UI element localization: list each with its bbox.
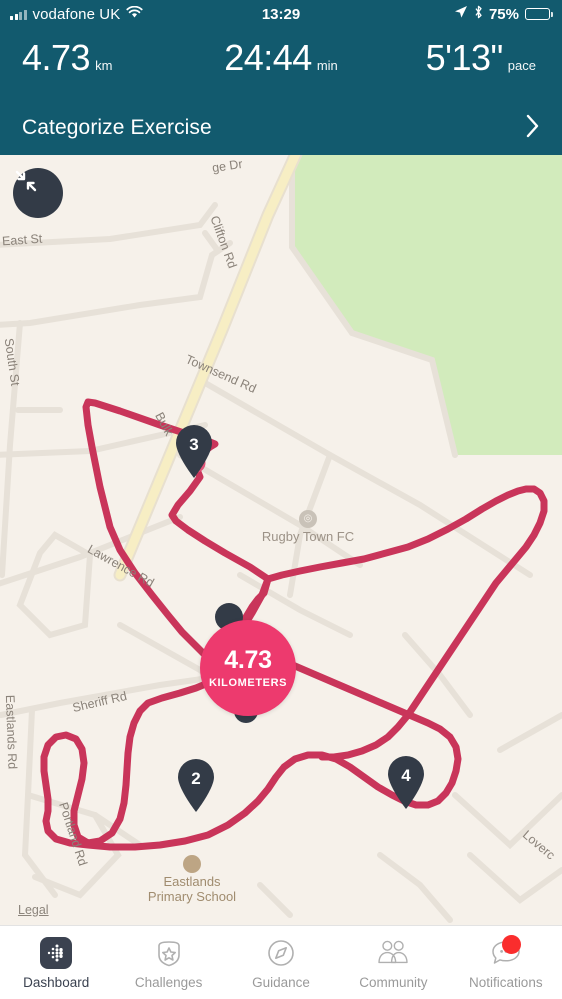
categorize-exercise-button[interactable]: Categorize Exercise <box>0 100 562 155</box>
categorize-exercise-label: Categorize Exercise <box>22 115 212 139</box>
bottom-tab-bar: Dashboard Challenges Guidance Community … <box>0 925 562 999</box>
stadium-icon: ◎ <box>299 510 317 528</box>
km-marker-4-label: 4 <box>401 766 411 785</box>
legal-link[interactable]: Legal <box>18 903 49 917</box>
distance-bubble[interactable]: 4.73 KILOMETERS <box>200 620 296 716</box>
poi-eastlands-primary-school[interactable]: Eastlands Primary School <box>92 855 292 905</box>
collapse-map-button[interactable] <box>13 168 63 218</box>
tab-notifications[interactable]: Notifications <box>450 926 562 999</box>
tab-dashboard-label: Dashboard <box>23 974 90 990</box>
chat-bubble-icon <box>489 934 523 970</box>
people-icon <box>376 936 410 970</box>
road-label-eastlands-rd: Eastlands Rd <box>2 694 20 770</box>
chevron-right-icon <box>526 114 540 142</box>
km-marker-2-label: 2 <box>191 769 201 788</box>
tab-guidance[interactable]: Guidance <box>225 926 337 999</box>
notifications-badge <box>501 934 521 954</box>
tab-community[interactable]: Community <box>337 926 449 999</box>
tab-challenges[interactable]: Challenges <box>112 926 224 999</box>
location-arrow-icon <box>454 5 468 23</box>
stat-pace: 5'13" pace <box>426 40 536 76</box>
road-label-east-st: East St <box>1 231 43 249</box>
poi-rugby-town-fc-label: Rugby Town FC <box>261 529 355 544</box>
tab-guidance-label: Guidance <box>252 974 310 990</box>
poi-eastlands-primary-school-label: Eastlands Primary School <box>147 874 237 904</box>
km-marker-3-label: 3 <box>189 435 199 454</box>
status-bar-right: 75% <box>454 5 553 23</box>
battery-percent-label: 75% <box>488 5 519 23</box>
km-marker-3[interactable]: 3 <box>173 424 215 479</box>
tab-challenges-label: Challenges <box>134 974 203 990</box>
status-bar: vodafone UK 13:29 75% <box>0 0 562 28</box>
distance-bubble-unit: KILOMETERS <box>208 676 288 689</box>
school-icon <box>92 855 201 873</box>
bluetooth-icon <box>474 5 483 23</box>
app-screen: vodafone UK 13:29 75% 4.73 km 24:44 min … <box>0 0 562 999</box>
stat-pace-value: 5'13" <box>425 37 504 78</box>
fitbit-dots-icon <box>39 936 73 970</box>
compass-icon <box>264 936 298 970</box>
exercise-header: vodafone UK 13:29 75% 4.73 km 24:44 min … <box>0 0 562 155</box>
stat-duration-value: 24:44 <box>224 37 312 78</box>
km-marker-4[interactable]: 4 <box>385 755 427 810</box>
stat-pace-unit: pace <box>507 58 536 73</box>
distance-bubble-value: 4.73 <box>224 645 272 674</box>
tab-notifications-label: Notifications <box>469 974 543 990</box>
star-shield-icon <box>152 936 186 970</box>
poi-rugby-town-fc[interactable]: ◎ Rugby Town FC <box>248 510 368 545</box>
km-marker-2[interactable]: 2 <box>175 758 217 813</box>
tab-community-label: Community <box>359 974 428 990</box>
battery-icon <box>525 8 553 20</box>
tab-dashboard[interactable]: Dashboard <box>0 926 112 999</box>
stat-duration-unit: min <box>316 58 338 73</box>
exercise-stats: 4.73 km 24:44 min 5'13" pace <box>0 28 562 90</box>
route-map[interactable]: East St South St Clifton Rd Townsend Rd … <box>0 155 562 925</box>
